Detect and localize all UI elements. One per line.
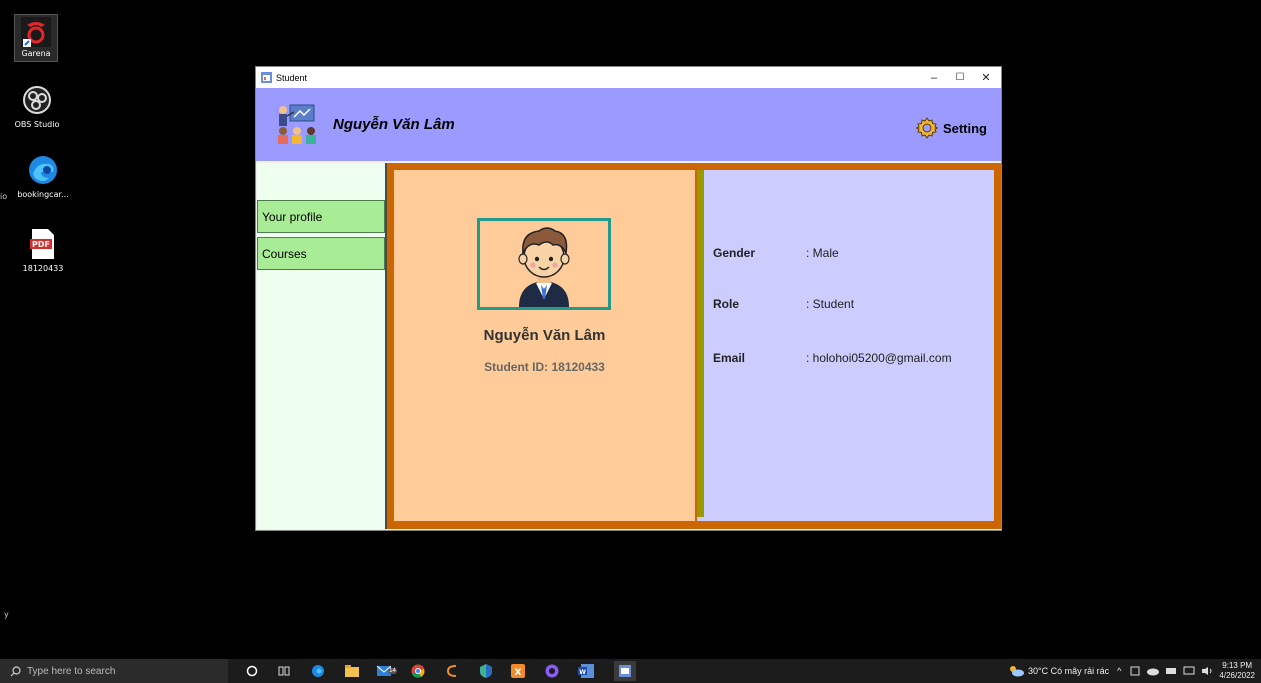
profile-summary-panel: Nguyễn Văn Lâm Student ID: 18120433 xyxy=(394,170,695,521)
onedrive-icon[interactable] xyxy=(1147,666,1160,676)
sidebar: Your profile Courses xyxy=(257,163,387,529)
accent-bar xyxy=(697,170,704,517)
chrome-icon[interactable] xyxy=(410,663,426,679)
java-taskbar-icon[interactable] xyxy=(614,661,636,681)
svg-text:PDF: PDF xyxy=(32,240,50,249)
profile-details-panel: Gender : Male Role : Student Email : hol… xyxy=(697,170,994,521)
window-title: Student xyxy=(276,72,308,83)
language-icon[interactable] xyxy=(1129,665,1141,677)
task-view-icon[interactable] xyxy=(276,663,292,679)
network-icon[interactable] xyxy=(1165,666,1177,676)
gender-label: Gender xyxy=(713,246,756,260)
app-shield-icon[interactable] xyxy=(478,663,494,679)
sidebar-item-your-profile[interactable]: Your profile xyxy=(257,200,385,233)
profile-content: Nguyễn Văn Lâm Student ID: 18120433 Gend… xyxy=(387,163,1001,529)
classroom-logo-icon xyxy=(274,103,320,150)
clock-time: 9:13 PM xyxy=(1222,661,1253,670)
desktop-icon-label: 18120433 xyxy=(22,264,64,273)
maximize-button[interactable]: ☐ xyxy=(947,67,973,88)
edge-label-fragment: y xyxy=(4,610,9,619)
desktop-icon-pdf[interactable]: PDF 18120433 xyxy=(8,227,78,273)
app-header: Nguyễn Văn Lâm Setting xyxy=(256,88,1001,161)
desktop-icon-label: bookingcar... xyxy=(17,190,69,199)
setting-button[interactable]: Setting xyxy=(915,117,987,139)
mail-icon[interactable]: 14 xyxy=(374,663,400,679)
student-window: Student – ☐ ✕ Nguyễn Văn Lâm Setting You… xyxy=(255,66,1002,531)
chevron-up-icon[interactable]: ^ xyxy=(1117,666,1121,676)
cortana-icon[interactable] xyxy=(244,663,260,679)
edge-label-fragment: io xyxy=(0,192,8,201)
role-label: Role xyxy=(713,297,740,311)
desktop-icon-obs[interactable]: OBS Studio xyxy=(2,83,72,129)
email-label: Email xyxy=(713,351,746,365)
title-bar[interactable]: Student – ☐ ✕ xyxy=(256,67,1001,88)
obs-icon xyxy=(20,83,54,117)
pdf-file-icon: PDF xyxy=(26,227,60,261)
java-app-icon xyxy=(261,72,272,83)
weather-icon xyxy=(1010,666,1025,677)
desktop-icon-edge[interactable]: bookingcar... xyxy=(8,153,78,199)
role-value: : Student xyxy=(806,297,855,311)
email-value: : holohoi05200@gmail.com xyxy=(806,351,952,365)
word-icon[interactable]: W xyxy=(578,663,594,679)
volume-icon[interactable] xyxy=(1201,666,1213,676)
desktop-icon-garena[interactable]: Garena xyxy=(14,14,58,62)
edge-icon xyxy=(26,153,60,187)
gear-icon xyxy=(915,117,938,139)
garena-icon xyxy=(19,15,53,49)
profile-full-name: Nguyễn Văn Lâm xyxy=(483,327,606,344)
taskbar-search[interactable]: Type here to search xyxy=(0,659,228,683)
search-placeholder: Type here to search xyxy=(27,665,116,677)
desktop-icon-label: Garena xyxy=(21,49,51,58)
search-icon xyxy=(10,665,21,676)
gender-value: : Male xyxy=(806,246,839,260)
clock-date: 4/26/2022 xyxy=(1219,671,1255,680)
file-explorer-icon[interactable] xyxy=(344,663,360,679)
weather-text[interactable]: 30°C Có mây rải rác xyxy=(1028,666,1109,676)
mail-badge: 14 xyxy=(388,668,397,674)
header-user-name: Nguyễn Văn Lâm xyxy=(333,116,455,133)
svg-text:W: W xyxy=(579,669,586,676)
clock[interactable]: 9:13 PM 4/26/2022 xyxy=(1219,661,1255,681)
desktop-icon-label: OBS Studio xyxy=(14,120,60,129)
sidebar-item-courses[interactable]: Courses xyxy=(257,237,385,270)
chat-icon[interactable] xyxy=(1183,666,1195,676)
minimize-button[interactable]: – xyxy=(921,67,947,88)
close-button[interactable]: ✕ xyxy=(973,67,999,88)
taskbar: Type here to search 14 X W 30°C Có mây r… xyxy=(0,659,1261,683)
student-avatar-icon xyxy=(518,227,570,307)
svg-text:X: X xyxy=(515,668,522,678)
setting-label: Setting xyxy=(942,120,987,136)
xampp-icon[interactable]: X xyxy=(510,663,526,679)
edge-taskbar-icon[interactable] xyxy=(310,663,326,679)
system-tray: 30°C Có mây rải rác ^ 9:13 PM 4/26/2022 xyxy=(1008,659,1255,683)
github-icon[interactable] xyxy=(544,663,560,679)
avatar xyxy=(477,218,611,310)
eclipse-icon[interactable] xyxy=(444,663,460,679)
profile-student-id: Student ID: 18120433 xyxy=(484,360,605,374)
